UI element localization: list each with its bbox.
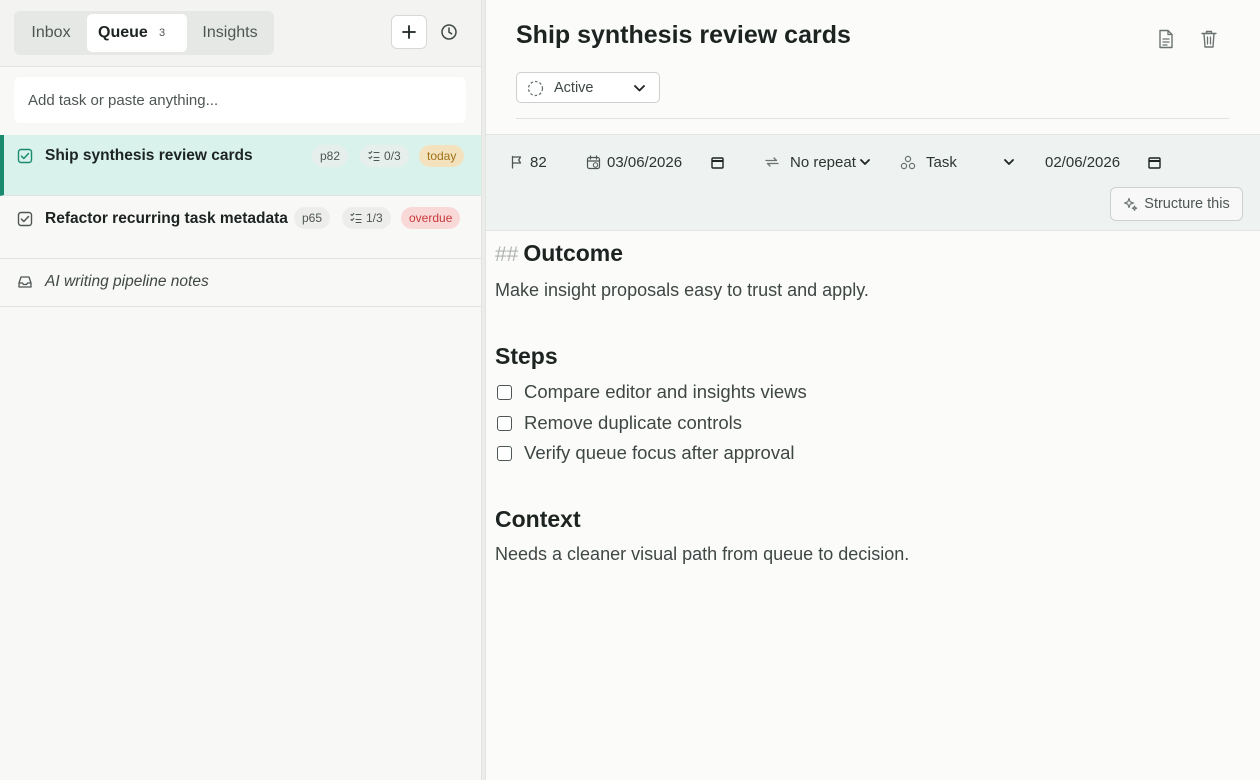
context-heading: Context [495,506,581,532]
priority-badge: p65 [294,207,331,229]
inbox-icon [18,276,32,288]
plus-icon [402,25,416,39]
subtasks-icon [368,150,380,162]
subtask-progress-text: 0/3 [384,149,401,163]
tab-queue[interactable]: Queue 3 [87,14,187,52]
due-date-field[interactable]: 02/06/2026 [1045,151,1161,173]
view-tabs: Inbox Queue 3 Insights [14,11,274,55]
structure-this-label: Structure this [1144,196,1230,212]
queue-count-badge: 3 [159,27,166,39]
heading-marker: ## [495,243,519,266]
overdue-badge: overdue [401,207,461,229]
task-title: Ship synthesis review cards [45,147,253,164]
outcome-heading: ## Outcome [495,240,623,267]
status-value: Active [554,80,594,96]
context-text: Needs a cleaner visual path from queue t… [495,544,910,564]
header-divider [516,118,1229,119]
step-checkbox-item[interactable]: Compare editor and insights views [497,381,807,403]
due-today-badge: today [419,145,465,167]
task-check-icon [17,148,33,164]
due-date-value: 02/06/2026 [1045,153,1121,171]
start-date-field[interactable]: 03/06/2026 [586,151,724,173]
task-check-icon [17,211,33,227]
inbox-note-row[interactable]: AI writing pipeline notes [0,259,481,307]
priority-field[interactable]: 82 [510,151,550,173]
start-date-value: 03/06/2026 [607,153,683,171]
flag-icon [511,155,522,169]
task-detail-pane: Ship synthesis review cards Active 82 03… [486,0,1260,780]
step-checkbox-item[interactable]: Verify queue focus after approval [497,442,794,464]
calendar-picker-icon[interactable] [1148,156,1161,169]
outcome-heading-text: Outcome [523,240,624,266]
task-detail-title[interactable]: Ship synthesis review cards [516,21,851,50]
step-label: Verify queue focus after approval [524,442,795,463]
chevron-down-icon [634,85,645,92]
task-row[interactable]: Ship synthesis review cards p82 0/3 toda… [0,135,481,196]
task-title: Refactor recurring task metadata [45,210,288,227]
step-checkbox-item[interactable]: Remove duplicate controls [497,412,742,434]
task-row[interactable]: Refactor recurring task metadata p65 1/3… [0,196,481,259]
history-button[interactable] [436,19,462,45]
tab-queue-label: Queue [98,24,148,41]
type-icon [900,155,916,169]
note-title: AI writing pipeline notes [45,273,209,290]
sparkle-icon [1124,197,1138,211]
open-document-button[interactable] [1154,27,1178,51]
status-select[interactable]: Active [516,72,660,103]
repeat-value: No repeat [790,153,856,171]
document-icon [1159,29,1173,49]
outcome-text: Make insight proposals easy to trust and… [495,280,869,300]
calendar-icon [586,154,601,169]
step-label: Compare editor and insights views [524,381,807,402]
task-metadata-bar: 82 03/06/2026 No repeat Task 02/06/2026 … [486,134,1260,231]
chevron-down-icon [859,159,870,165]
chevron-down-icon [1003,159,1014,165]
structure-this-button[interactable]: Structure this [1110,187,1243,221]
subtask-progress-badge: 0/3 [360,145,409,167]
step-label: Remove duplicate controls [524,412,742,433]
queue-pane: Inbox Queue 3 Insights Ship synthesis re… [0,0,481,780]
trash-icon [1201,30,1217,48]
repeat-select[interactable]: No repeat [764,151,871,173]
priority-badge: p82 [312,145,349,167]
type-value: Task [926,153,957,171]
delete-task-button[interactable] [1197,27,1221,51]
step-checkbox[interactable] [497,445,512,461]
step-checkbox[interactable] [497,415,512,431]
subtask-progress-text: 1/3 [366,211,383,225]
add-task-input[interactable] [14,77,466,123]
tab-inbox[interactable]: Inbox [16,14,86,52]
status-circle-icon [527,80,544,97]
type-select[interactable]: Task [900,151,1015,173]
calendar-picker-icon[interactable] [711,156,724,169]
add-task-button[interactable] [391,15,427,49]
steps-heading: Steps [495,343,558,369]
priority-value: 82 [530,153,547,171]
subtasks-icon [350,212,362,224]
queue-toolbar: Inbox Queue 3 Insights [0,0,481,67]
step-checkbox[interactable] [497,384,512,400]
clock-icon [441,24,457,40]
subtask-progress-badge: 1/3 [342,207,391,229]
repeat-icon [765,157,779,167]
tab-insights[interactable]: Insights [190,14,270,52]
